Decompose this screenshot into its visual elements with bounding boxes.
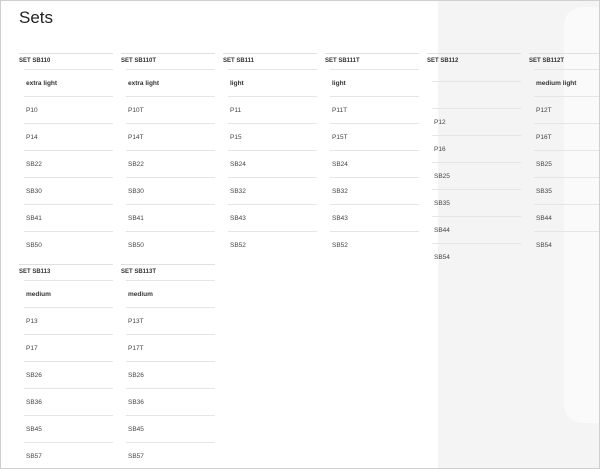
set-item-list: medium P13T P17T SB26 SB36 SB45 SB57 [126,280,215,468]
set-header: SET SB111 [223,53,317,69]
set-item: SB54 [534,231,599,258]
set-column: SET SB111 light P11 P15 SB24 SB32 SB43 SB52 [223,53,317,258]
set-item: SB32 [228,177,317,204]
set-item: SB52 [228,231,317,258]
set-weight-label: extra light [126,69,215,96]
set-item: SB43 [330,204,419,231]
set-item: P14 [24,123,113,150]
set-item: P11 [228,96,317,123]
set-item-list: light P11 P15 SB24 SB32 SB43 SB52 [228,69,317,258]
set-item: SB36 [24,388,113,415]
set-item: P13 [24,307,113,334]
set-item: SB41 [126,204,215,231]
set-weight-label: medium [24,280,113,307]
set-item: P11T [330,96,419,123]
set-item-list: medium light P12T P16T SB25 SB35 SB44 SB54 [534,69,599,258]
set-item: SB32 [330,177,419,204]
set-item: SB35 [534,177,599,204]
set-item: P12T [534,96,599,123]
set-item: SB24 [330,150,419,177]
set-item: P10 [24,96,113,123]
set-item: SB41 [24,204,113,231]
set-item: SB44 [432,216,521,243]
set-weight-label: light [228,69,317,96]
set-item: SB24 [228,150,317,177]
set-item: SB25 [534,150,599,177]
set-weight-label: light [330,69,419,96]
set-item: SB50 [24,231,113,258]
set-item: P14T [126,123,215,150]
set-item: SB26 [24,361,113,388]
set-item: P16T [534,123,599,150]
page-frame: Sets SET SB110 extra light P10 P14 SB22 SB30 S… [0,0,600,469]
set-header: SET SB113 [19,264,113,280]
set-item-list: extra light P10 P14 SB22 SB30 SB41 SB50 [24,69,113,258]
set-item-list: light P11T P15T SB24 SB32 SB43 SB52 [330,69,419,258]
set-item: SB35 [432,189,521,216]
set-item: SB30 [126,177,215,204]
set-item: SB57 [126,442,215,468]
set-weight-label: extra light [24,69,113,96]
set-item: P17T [126,334,215,361]
set-item-list: P12 P16 SB25 SB35 SB44 SB54 [432,81,521,270]
set-column: SET SB111T light P11T P15T SB24 SB32 SB43 SB52 [325,53,419,258]
set-item: SB45 [24,415,113,442]
set-header: SET SB113T [121,264,215,280]
set-item: SB52 [330,231,419,258]
set-column: SET SB110T extra light P10T P14T SB22 SB30 SB4… [121,53,215,258]
set-item: SB43 [228,204,317,231]
set-item: P12 [432,108,521,135]
set-item: SB50 [126,231,215,258]
set-item: SB30 [24,177,113,204]
set-header: SET SB112T [529,53,599,69]
set-header: SET SB110 [19,53,113,69]
set-item-list: extra light P10T P14T SB22 SB30 SB41 SB50 [126,69,215,258]
set-header: SET SB111T [325,53,419,69]
set-item: P13T [126,307,215,334]
set-item: SB57 [24,442,113,468]
set-item: P15 [228,123,317,150]
set-item: SB36 [126,388,215,415]
set-item: SB45 [126,415,215,442]
set-column: SET SB113 medium P13 P17 SB26 SB36 SB45 SB57 [19,264,113,468]
set-column: SET SB113T medium P13T P17T SB26 SB36 SB45 SB57 [121,264,215,468]
set-item: P17 [24,334,113,361]
set-weight-label: medium light [534,69,599,96]
set-item: P16 [432,135,521,162]
set-header: SET SB110T [121,53,215,69]
set-weight-label: medium [126,280,215,307]
set-column: SET SB110 extra light P10 P14 SB22 SB30 SB41 SB… [19,53,113,258]
set-item: P10T [126,96,215,123]
set-item: SB22 [126,150,215,177]
set-weight-label [432,81,521,108]
set-item: P15T [330,123,419,150]
set-item: SB22 [24,150,113,177]
set-header: SET SB112 [427,53,521,69]
set-item: SB54 [432,243,521,270]
set-item: SB25 [432,162,521,189]
set-column: SET SB112 P12 P16 SB25 SB35 SB44 SB54 [427,53,521,270]
set-item: SB44 [534,204,599,231]
page-title: Sets [19,8,54,27]
set-column: SET SB112T medium light P12T P16T SB25 SB35 SB… [529,53,599,258]
set-item: SB26 [126,361,215,388]
set-item-list: medium P13 P17 SB26 SB36 SB45 SB57 [24,280,113,468]
